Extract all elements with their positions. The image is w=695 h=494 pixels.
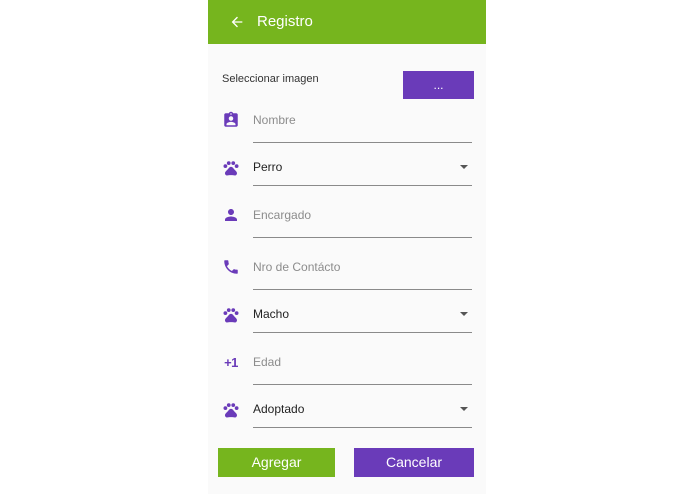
form-row-encargado: Encargado	[208, 203, 486, 239]
phone-screen: Registro Seleccionar imagen ... Nombre P…	[208, 0, 486, 494]
person-icon	[222, 206, 240, 224]
id-badge-icon	[222, 111, 240, 129]
form-row-especie: Perro	[208, 156, 486, 186]
contact-number-input[interactable]: Nro de Contácto	[253, 255, 472, 290]
paw-icon	[222, 306, 240, 324]
species-dropdown[interactable]: Perro	[253, 156, 472, 186]
paw-icon	[222, 401, 240, 419]
dropdown-caret-icon	[460, 312, 468, 316]
age-input[interactable]: Edad	[253, 350, 472, 385]
dropdown-caret-icon	[460, 165, 468, 169]
cancel-button[interactable]: Cancelar	[354, 448, 474, 477]
contact-number-input-placeholder: Nro de Contácto	[253, 260, 341, 274]
select-image-button[interactable]: ...	[403, 71, 474, 99]
name-input-placeholder: Nombre	[253, 113, 296, 127]
plus-one-icon-glyph: +1	[224, 354, 238, 370]
plus-one-icon: +1	[222, 353, 240, 371]
caretaker-input-placeholder: Encargado	[253, 208, 312, 222]
sex-dropdown-value: Macho	[253, 307, 290, 321]
form-row-contacto: Nro de Contácto	[208, 255, 486, 291]
select-image-label: Seleccionar imagen	[222, 73, 319, 85]
sex-dropdown[interactable]: Macho	[253, 303, 472, 333]
form-row-estado: Adoptado	[208, 398, 486, 428]
add-button[interactable]: Agregar	[218, 448, 335, 477]
back-button[interactable]	[226, 11, 248, 33]
name-input[interactable]: Nombre	[253, 108, 472, 143]
species-dropdown-value: Perro	[253, 160, 283, 174]
status-dropdown[interactable]: Adoptado	[253, 398, 472, 428]
paw-icon	[222, 159, 240, 177]
age-input-placeholder: Edad	[253, 355, 282, 369]
form-row-edad: +1 Edad	[208, 350, 486, 386]
phone-icon	[222, 258, 240, 276]
form-row-sexo: Macho	[208, 303, 486, 333]
dropdown-caret-icon	[460, 407, 468, 411]
app-bar: Registro	[208, 0, 486, 44]
status-dropdown-value: Adoptado	[253, 402, 305, 416]
form-row-nombre: Nombre	[208, 108, 486, 144]
caretaker-input[interactable]: Encargado	[253, 203, 472, 238]
page-title: Registro	[257, 13, 313, 30]
arrow-back-icon	[231, 16, 243, 28]
